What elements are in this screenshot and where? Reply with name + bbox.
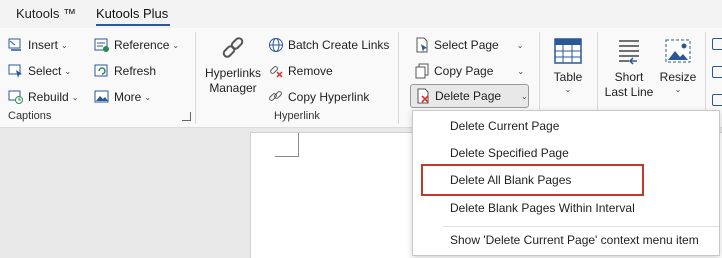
more-button[interactable]: More ⌄	[94, 86, 151, 108]
more-icon	[94, 89, 110, 105]
select-page-icon	[414, 37, 430, 53]
hyperlinks-manager-button[interactable]: Hyperlinks Manager	[202, 34, 264, 96]
active-tab-indicator	[96, 24, 170, 26]
menu-item-label: Show 'Delete Current Page' context menu …	[450, 233, 699, 247]
chevron-down-icon: ⌄	[521, 91, 528, 101]
resize-image-icon	[663, 36, 693, 66]
globe-icon	[268, 37, 284, 53]
table-label: Table	[553, 70, 583, 84]
remove-link-icon	[268, 63, 284, 79]
chevron-down-icon: ⌄	[71, 92, 79, 102]
menu-item-show-context-menu-option[interactable]: Show 'Delete Current Page' context menu …	[413, 227, 719, 253]
refresh-icon	[94, 63, 110, 79]
chain-link-icon	[217, 34, 249, 66]
refresh-button[interactable]: Refresh	[94, 60, 156, 82]
short-last-line-line1: Short	[614, 70, 644, 84]
tab-kutools-plus[interactable]: Kutools Plus	[96, 6, 168, 21]
group-separator	[398, 32, 399, 124]
word-window: Kutools ™ Kutools Plus Insert ⌄ Select ⌄…	[0, 0, 722, 258]
table-icon	[553, 36, 583, 66]
delete-page-button[interactable]: Delete Page ⌄	[410, 84, 529, 108]
reference-button[interactable]: Reference ⌄	[94, 34, 179, 56]
rebuild-label: Rebuild	[28, 90, 69, 104]
short-last-line-button[interactable]: Short Last Line	[602, 36, 656, 100]
reference-label: Reference	[114, 38, 170, 52]
delete-page-menu: Delete Current Page Delete Specified Pag…	[412, 110, 720, 256]
rebuild-caption-button[interactable]: Rebuild ⌄	[8, 86, 78, 108]
chevron-down-icon: ⌄	[674, 85, 682, 94]
hyperlinks-manager-line1: Hyperlinks	[204, 66, 261, 80]
table-button[interactable]: Table ⌄	[546, 36, 590, 94]
tab-kutools[interactable]: Kutools ™	[16, 6, 76, 21]
group-separator	[195, 32, 196, 124]
select-caption-button[interactable]: Select ⌄	[8, 60, 71, 82]
batch-create-links-label: Batch Create Links	[288, 38, 390, 52]
resize-label: Resize	[659, 70, 697, 84]
margin-corner-mark	[275, 133, 299, 157]
menu-item-delete-blank-pages-within-interval[interactable]: Delete Blank Pages Within Interval	[413, 195, 719, 221]
chevron-down-icon: ⌄	[61, 40, 68, 50]
delete-page-icon	[415, 88, 431, 104]
menu-item-delete-specified-page[interactable]: Delete Specified Page	[413, 140, 719, 166]
copy-hyperlink-button[interactable]: Copy Hyperlink	[268, 86, 369, 108]
short-last-line-icon	[614, 36, 644, 66]
refresh-label: Refresh	[114, 64, 157, 78]
insert-caption-icon	[8, 37, 24, 53]
ribbon-tab-bar: Kutools ™ Kutools Plus	[0, 0, 722, 28]
next-group-partial	[712, 36, 722, 116]
captions-dialog-launcher[interactable]	[182, 112, 191, 121]
hyperlinks-manager-line2: Manager	[209, 81, 257, 95]
chevron-down-icon: ⌄	[64, 66, 72, 76]
select-label: Select	[28, 64, 62, 78]
copy-page-button[interactable]: Copy Page ⌄	[414, 60, 524, 82]
hyperlink-group-label: Hyperlink	[274, 110, 320, 122]
short-last-line-line2: Last Line	[604, 85, 654, 99]
resize-button[interactable]: Resize ⌄	[658, 36, 698, 94]
captions-group-label: Captions	[8, 110, 52, 122]
batch-create-links-button[interactable]: Batch Create Links	[268, 34, 389, 56]
copy-hyperlink-label: Copy Hyperlink	[288, 90, 370, 104]
select-page-label: Select Page	[434, 38, 499, 52]
delete-page-label: Delete Page	[435, 89, 502, 103]
remove-label: Remove	[288, 64, 333, 78]
rebuild-caption-icon	[8, 89, 24, 105]
insert-label: Insert	[28, 38, 59, 52]
menu-item-delete-current-page[interactable]: Delete Current Page	[413, 113, 719, 139]
chevron-down-icon: ⌄	[564, 85, 572, 94]
copy-link-icon	[268, 89, 284, 105]
select-caption-icon	[8, 63, 24, 79]
remove-hyperlink-button[interactable]: Remove	[268, 60, 333, 82]
chevron-down-icon: ⌄	[172, 40, 180, 50]
highlight-box	[421, 164, 644, 196]
chevron-down-icon: ⌄	[516, 40, 524, 50]
menu-item-label: Delete Current Page	[450, 119, 560, 133]
reference-icon	[94, 37, 110, 53]
menu-item-label: Delete Specified Page	[450, 146, 569, 160]
chevron-down-icon: ⌄	[517, 66, 525, 76]
copy-page-icon	[414, 63, 430, 79]
insert-caption-button[interactable]: Insert ⌄	[8, 34, 68, 56]
select-page-button[interactable]: Select Page ⌄	[414, 34, 523, 56]
chevron-down-icon: ⌄	[144, 92, 152, 102]
copy-page-label: Copy Page	[434, 64, 494, 78]
menu-item-label: Delete Blank Pages Within Interval	[450, 201, 635, 215]
more-label: More	[114, 90, 142, 104]
